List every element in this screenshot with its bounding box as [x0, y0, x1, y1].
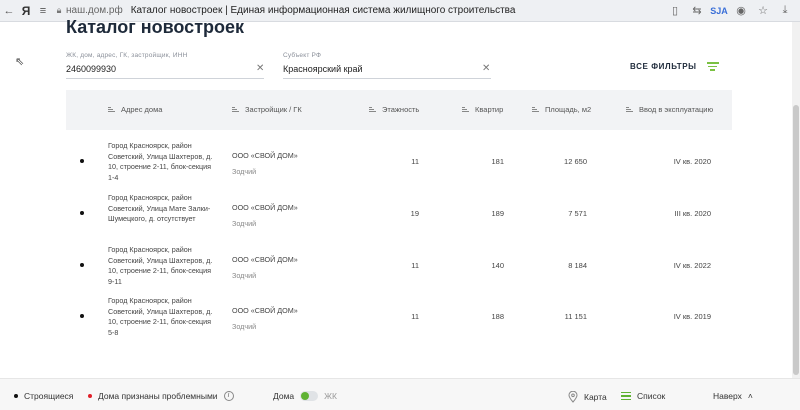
mouse-cursor-icon: ⇖: [15, 56, 25, 68]
table-row[interactable]: Город Красноярск, район Советский, Улица…: [66, 187, 732, 239]
row-group[interactable]: Зодчий: [232, 219, 256, 228]
scroll-top-button[interactable]: Наверх ˄: [713, 391, 753, 401]
building-status-dot: [80, 263, 84, 267]
row-apartments: 189: [491, 209, 504, 218]
column-header-floors[interactable]: Этажность: [369, 105, 419, 114]
table-header: Адрес дома Застройщик / ГК Этажность Ква…: [66, 90, 732, 130]
lock-icon[interactable]: 🔒︎: [52, 5, 66, 16]
map-view-button[interactable]: Карта: [568, 391, 607, 403]
row-address[interactable]: Город Красноярск, район Советский, Улица…: [108, 245, 218, 287]
row-area: 12 650: [564, 157, 587, 166]
sort-icon: [232, 106, 239, 113]
address-domain[interactable]: наш.дом.рф: [66, 5, 123, 16]
column-header-commissioning[interactable]: Ввод в эксплуатацию: [626, 105, 713, 114]
region-clear-icon[interactable]: ✕: [482, 63, 490, 74]
list-icon: [621, 391, 631, 401]
row-floors: 11: [411, 312, 419, 321]
legend-building: Строящиеся: [14, 391, 73, 401]
row-apartments: 188: [491, 312, 504, 321]
yandex-logo[interactable]: Я: [18, 4, 34, 18]
row-address[interactable]: Город Красноярск, район Советский, Улица…: [108, 193, 218, 225]
row-developer[interactable]: ООО «СВОЙ ДОМ»: [232, 255, 298, 264]
list-view-button[interactable]: Список: [621, 391, 665, 401]
extension-sja-icon[interactable]: SJA: [710, 2, 728, 20]
region-underline: [283, 78, 491, 79]
building-status-dot: [80, 159, 84, 163]
row-group[interactable]: Зодчий: [232, 167, 256, 176]
toggle-houses-label[interactable]: Дома: [273, 391, 294, 401]
menu-icon[interactable]: ≡: [34, 0, 52, 22]
bookmark-icon[interactable]: ▯: [666, 2, 684, 20]
search-label: ЖК, дом, адрес, ГК, застройщик, ИНН: [66, 52, 188, 59]
row-commissioning: IV кв. 2019: [673, 312, 711, 321]
row-group[interactable]: Зодчий: [232, 322, 256, 331]
sort-icon: [369, 106, 376, 113]
row-apartments: 181: [491, 157, 504, 166]
row-floors: 19: [410, 209, 419, 218]
search-underline: [66, 78, 264, 79]
region-select[interactable]: Красноярский край: [283, 64, 363, 74]
row-floors: 11: [411, 157, 419, 166]
address-page-title[interactable]: Каталог новостроек | Единая информационн…: [131, 5, 666, 16]
building-dot-icon: [14, 394, 18, 398]
row-area: 8 184: [568, 261, 587, 270]
sort-icon: [462, 106, 469, 113]
row-commissioning: IV кв. 2022: [673, 261, 711, 270]
translate-icon[interactable]: ⇆: [688, 2, 706, 20]
column-header-apartments[interactable]: Квартир: [462, 105, 503, 114]
row-area: 7 571: [568, 209, 587, 218]
column-header-developer[interactable]: Застройщик / ГК: [232, 105, 302, 114]
row-floors: 11: [411, 261, 419, 270]
sort-icon: [108, 106, 115, 113]
row-address[interactable]: Город Красноярск, район Советский, Улица…: [108, 141, 218, 183]
row-area: 11 151: [564, 312, 587, 321]
search-clear-icon[interactable]: ✕: [256, 63, 264, 74]
column-header-area[interactable]: Площадь, м2: [532, 105, 591, 114]
toggle-complexes-label[interactable]: ЖК: [324, 391, 337, 401]
chevron-up-icon: ˄: [747, 391, 753, 401]
footer-bar: Строящиеся Дома признаны проблемными i Д…: [0, 378, 800, 410]
building-status-dot: [80, 314, 84, 318]
scrollbar-thumb[interactable]: [793, 105, 799, 375]
row-address[interactable]: Город Красноярск, район Советский, Улица…: [108, 296, 218, 338]
column-header-address[interactable]: Адрес дома: [108, 105, 162, 114]
row-group[interactable]: Зодчий: [232, 271, 256, 280]
sort-icon: [626, 106, 633, 113]
favorites-icon[interactable]: ☆: [754, 2, 772, 20]
region-label: Субъект РФ: [283, 52, 322, 59]
map-pin-icon: [568, 391, 578, 403]
row-developer[interactable]: ООО «СВОЙ ДОМ»: [232, 203, 298, 212]
row-developer[interactable]: ООО «СВОЙ ДОМ»: [232, 306, 298, 315]
back-icon[interactable]: ←: [0, 0, 18, 22]
extension-icon[interactable]: ◉: [732, 2, 750, 20]
table-row[interactable]: Город Красноярск, район Советский, Улица…: [66, 239, 732, 291]
building-status-dot: [80, 211, 84, 215]
houses-complexes-toggle[interactable]: [300, 391, 319, 401]
table-row[interactable]: Город Красноярск, район Советский, Улица…: [66, 135, 732, 187]
row-commissioning: III кв. 2020: [674, 209, 711, 218]
filter-icon: [706, 62, 719, 71]
search-input[interactable]: 2460099930: [66, 64, 116, 74]
table-row[interactable]: Город Красноярск, район Советский, Улица…: [66, 290, 732, 342]
all-filters-label: ВСЕ ФИЛЬТРЫ: [630, 62, 697, 71]
info-icon[interactable]: i: [223, 391, 234, 401]
all-filters-button[interactable]: ВСЕ ФИЛЬТРЫ: [630, 62, 719, 71]
row-apartments: 140: [491, 261, 504, 270]
row-developer[interactable]: ООО «СВОЙ ДОМ»: [232, 151, 298, 160]
row-commissioning: IV кв. 2020: [673, 157, 711, 166]
page-title: Каталог новостроек: [66, 17, 245, 37]
legend-problem: Дома признаны проблемными i: [88, 391, 234, 401]
download-icon[interactable]: ⤓: [776, 2, 794, 20]
problem-dot-icon: [88, 394, 92, 398]
sort-icon: [532, 106, 539, 113]
view-toggle[interactable]: Дома ЖК: [273, 391, 337, 401]
